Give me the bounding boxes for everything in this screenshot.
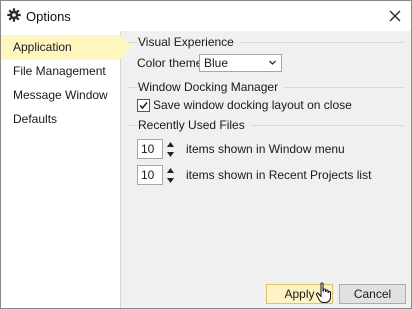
active-item-arrow (120, 35, 132, 59)
hand-cursor-icon (315, 282, 331, 303)
recent-files-heading: Recently Used Files (138, 118, 251, 132)
window-menu-count-label: items shown in Window menu (186, 142, 345, 156)
arrow-up-icon (167, 167, 174, 173)
increment-button[interactable] (164, 165, 177, 175)
color-theme-select[interactable]: Blue (199, 54, 282, 72)
arrow-down-icon (167, 177, 174, 183)
color-theme-value: Blue (204, 56, 229, 70)
sidebar-item-file-management[interactable]: File Management (1, 59, 120, 84)
sidebar-item-label: Application (13, 40, 72, 54)
decrement-button[interactable] (164, 149, 177, 159)
recent-projects-count-value: 10 (141, 168, 155, 182)
gear-icon (7, 8, 21, 22)
sidebar-item-label: File Management (13, 64, 106, 78)
chevron-down-icon (269, 60, 276, 65)
visual-experience-heading: Visual Experience (138, 35, 240, 49)
title-bar: Options (1, 1, 411, 31)
recent-projects-count-stepper[interactable] (164, 165, 177, 185)
cancel-button[interactable]: Cancel (339, 284, 406, 304)
sidebar-item-label: Defaults (13, 112, 58, 126)
sidebar-item-label: Message Window (13, 88, 108, 102)
color-theme-label: Color theme: (137, 56, 206, 70)
options-sidebar: Application File Management Message Wind… (1, 31, 132, 308)
sidebar-item-message-window[interactable]: Message Window (1, 83, 120, 108)
close-button[interactable] (383, 4, 407, 28)
window-menu-count-input[interactable]: 10 (137, 139, 163, 159)
recent-projects-count-input[interactable]: 10 (137, 165, 163, 185)
sidebar-item-application[interactable]: Application (1, 35, 132, 60)
window-menu-count-value: 10 (141, 142, 155, 156)
close-icon (389, 10, 401, 22)
increment-button[interactable] (164, 139, 177, 149)
options-dialog: Options Application File Management Mess… (0, 0, 412, 309)
checkmark-icon (139, 102, 148, 110)
recent-projects-count-label: items shown in Recent Projects list (186, 168, 372, 182)
arrow-down-icon (167, 151, 174, 157)
arrow-up-icon (167, 141, 174, 147)
decrement-button[interactable] (164, 175, 177, 185)
save-layout-label: Save window docking layout on close (153, 98, 352, 112)
window-title: Options (26, 9, 71, 24)
window-menu-count-stepper[interactable] (164, 139, 177, 159)
sidebar-item-defaults[interactable]: Defaults (1, 107, 120, 132)
docking-heading: Window Docking Manager (138, 80, 285, 94)
save-layout-checkbox[interactable] (137, 99, 150, 112)
